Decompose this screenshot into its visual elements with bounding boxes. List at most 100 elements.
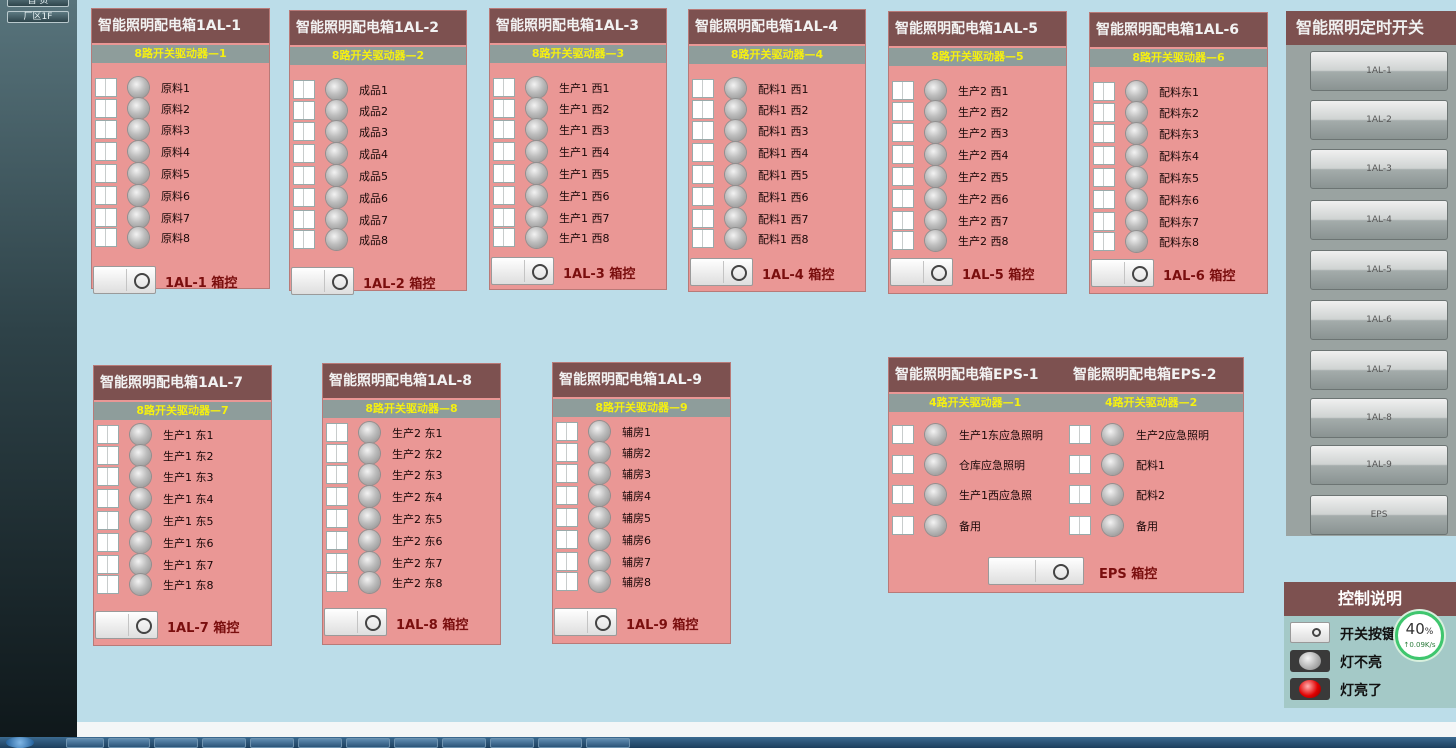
circuit-toggle-switch[interactable] (326, 487, 348, 506)
circuit-toggle-switch[interactable] (892, 81, 914, 100)
circuit-toggle-switch[interactable] (97, 489, 119, 508)
circuit-toggle-switch[interactable] (892, 167, 914, 186)
circuit-toggle-switch[interactable] (892, 102, 914, 121)
circuit-toggle-switch[interactable] (1093, 168, 1115, 187)
circuit-toggle-switch[interactable] (692, 79, 714, 98)
circuit-toggle-switch[interactable] (692, 165, 714, 184)
circuit-toggle-switch[interactable] (493, 228, 515, 247)
circuit-toggle-switch[interactable] (326, 553, 348, 572)
circuit-toggle-switch[interactable] (892, 189, 914, 208)
circuit-toggle-switch[interactable] (326, 444, 348, 463)
circuit-toggle-switch[interactable] (95, 228, 117, 247)
circuit-toggle-switch[interactable] (293, 80, 315, 99)
circuit-toggle-switch[interactable] (97, 533, 119, 552)
circuit-toggle-switch[interactable] (95, 208, 117, 227)
circuit-toggle-switch[interactable] (293, 144, 315, 163)
circuit-toggle-switch[interactable] (1069, 455, 1091, 474)
circuit-toggle-switch[interactable] (293, 122, 315, 141)
box-control-switch[interactable] (324, 608, 387, 636)
taskbar-item-browser-icon[interactable] (298, 738, 342, 748)
box-control-switch[interactable] (1091, 259, 1154, 287)
box-control-switch[interactable] (554, 608, 617, 636)
box-control-switch[interactable] (491, 257, 554, 285)
circuit-toggle-switch[interactable] (97, 575, 119, 594)
circuit-toggle-switch[interactable] (95, 78, 117, 97)
taskbar-item-scada-icon[interactable] (586, 738, 630, 748)
taskbar-item-chat-icon[interactable] (394, 738, 438, 748)
circuit-toggle-switch[interactable] (556, 486, 578, 505)
box-control-switch[interactable] (93, 266, 156, 294)
circuit-toggle-switch[interactable] (1069, 516, 1091, 535)
circuit-toggle-switch[interactable] (892, 145, 914, 164)
circuit-toggle-switch[interactable] (293, 210, 315, 229)
home-nav-button[interactable]: 首 页 (7, 0, 69, 7)
circuit-toggle-switch[interactable] (1093, 103, 1115, 122)
circuit-toggle-switch[interactable] (493, 142, 515, 161)
network-speed-widget[interactable]: 40% ↑0.09K/s (1395, 611, 1444, 660)
taskbar-item-tools-icon[interactable] (202, 738, 246, 748)
circuit-toggle-switch[interactable] (1069, 485, 1091, 504)
circuit-toggle-switch[interactable] (95, 186, 117, 205)
circuit-toggle-switch[interactable] (1069, 425, 1091, 444)
circuit-toggle-switch[interactable] (692, 143, 714, 162)
circuit-toggle-switch[interactable] (326, 423, 348, 442)
timer-button[interactable]: 1AL-5 (1310, 250, 1448, 290)
circuit-toggle-switch[interactable] (95, 99, 117, 118)
box-control-switch[interactable] (95, 611, 158, 639)
circuit-toggle-switch[interactable] (326, 531, 348, 550)
timer-button[interactable]: 1AL-7 (1310, 350, 1448, 390)
circuit-toggle-switch[interactable] (326, 465, 348, 484)
timer-button[interactable]: 1AL-2 (1310, 100, 1448, 140)
circuit-toggle-switch[interactable] (95, 142, 117, 161)
taskbar-item-network-icon[interactable] (346, 738, 390, 748)
circuit-toggle-switch[interactable] (493, 120, 515, 139)
factory-1f-nav-button[interactable]: 厂区1F (7, 11, 69, 23)
circuit-toggle-switch[interactable] (1093, 82, 1115, 101)
circuit-toggle-switch[interactable] (493, 186, 515, 205)
taskbar-item-window-icon[interactable] (538, 738, 582, 748)
circuit-toggle-switch[interactable] (892, 425, 914, 444)
taskbar-item-flash-icon[interactable] (442, 738, 486, 748)
taskbar-item-app-icon[interactable] (490, 738, 534, 748)
timer-button[interactable]: 1AL-6 (1310, 300, 1448, 340)
timer-button[interactable]: 1AL-3 (1310, 149, 1448, 189)
circuit-toggle-switch[interactable] (493, 99, 515, 118)
timer-button[interactable]: EPS (1310, 495, 1448, 535)
circuit-toggle-switch[interactable] (493, 164, 515, 183)
circuit-toggle-switch[interactable] (97, 446, 119, 465)
circuit-toggle-switch[interactable] (692, 209, 714, 228)
circuit-toggle-switch[interactable] (95, 120, 117, 139)
circuit-toggle-switch[interactable] (692, 229, 714, 248)
circuit-toggle-switch[interactable] (892, 455, 914, 474)
circuit-toggle-switch[interactable] (1093, 190, 1115, 209)
circuit-toggle-switch[interactable] (326, 573, 348, 592)
circuit-toggle-switch[interactable] (293, 188, 315, 207)
circuit-toggle-switch[interactable] (692, 121, 714, 140)
circuit-toggle-switch[interactable] (97, 511, 119, 530)
circuit-toggle-switch[interactable] (556, 530, 578, 549)
taskbar-item-explorer-icon[interactable] (108, 738, 150, 748)
circuit-toggle-switch[interactable] (892, 211, 914, 230)
circuit-toggle-switch[interactable] (1093, 146, 1115, 165)
circuit-toggle-switch[interactable] (556, 443, 578, 462)
start-orb-icon[interactable] (6, 737, 34, 748)
circuit-toggle-switch[interactable] (493, 208, 515, 227)
timer-button[interactable]: 1AL-9 (1310, 445, 1448, 485)
box-control-switch[interactable] (690, 258, 753, 286)
circuit-toggle-switch[interactable] (293, 166, 315, 185)
circuit-toggle-switch[interactable] (692, 100, 714, 119)
circuit-toggle-switch[interactable] (95, 164, 117, 183)
taskbar-item-paint-icon[interactable] (250, 738, 294, 748)
circuit-toggle-switch[interactable] (293, 230, 315, 249)
circuit-toggle-switch[interactable] (892, 485, 914, 504)
circuit-toggle-switch[interactable] (556, 464, 578, 483)
circuit-toggle-switch[interactable] (556, 552, 578, 571)
circuit-toggle-switch[interactable] (556, 572, 578, 591)
box-control-switch[interactable] (291, 267, 354, 295)
eps-box-control-switch[interactable] (988, 557, 1084, 585)
circuit-toggle-switch[interactable] (892, 123, 914, 142)
box-control-switch[interactable] (890, 258, 953, 286)
timer-button[interactable]: 1AL-4 (1310, 200, 1448, 240)
circuit-toggle-switch[interactable] (556, 508, 578, 527)
circuit-toggle-switch[interactable] (97, 425, 119, 444)
